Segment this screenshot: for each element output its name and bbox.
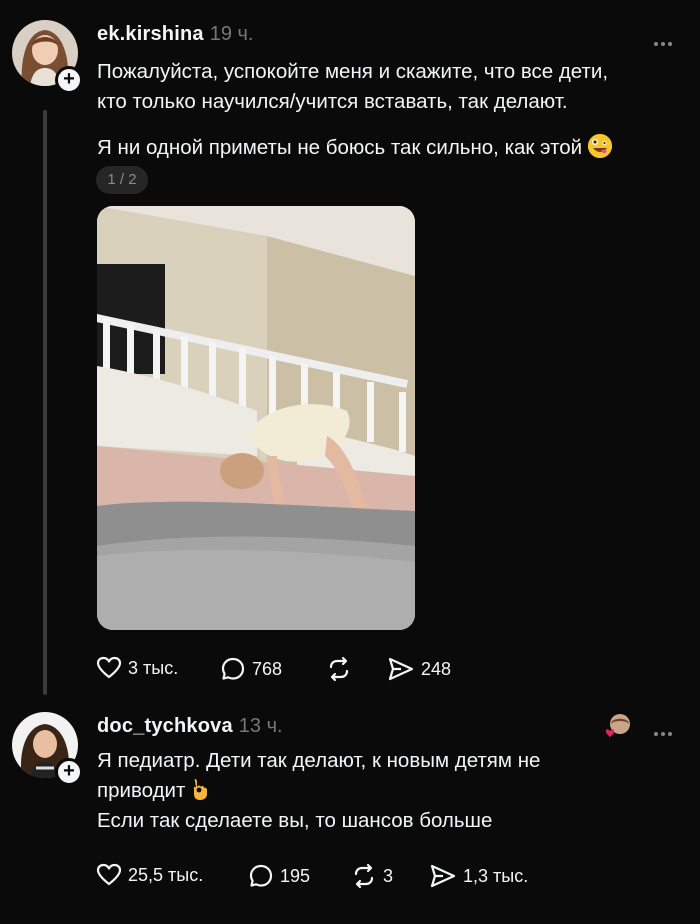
comment-button[interactable]: 768 bbox=[220, 656, 282, 682]
post-text-line: Я педиатр. Дети так делают, к новым детя… bbox=[97, 749, 541, 772]
comment-bubble-icon bbox=[249, 864, 273, 887]
post-text-line: Пожалуйста, успокойте меня и скажите, чт… bbox=[97, 60, 609, 83]
comment-count: 768 bbox=[252, 658, 283, 679]
comment-count: 195 bbox=[280, 865, 311, 886]
like-count: 3 тыс. bbox=[128, 657, 179, 678]
comment-bubble-icon bbox=[221, 657, 245, 680]
repost-button[interactable] bbox=[326, 656, 352, 682]
post-text-line: Если так сделаете вы, то шансов больше bbox=[97, 809, 493, 832]
follow-plus-button[interactable]: + bbox=[55, 758, 83, 786]
like-count: 25,5 тыс. bbox=[128, 864, 204, 885]
comment-button[interactable]: 195 bbox=[248, 863, 310, 889]
post-photo[interactable] bbox=[97, 206, 415, 630]
liked-by-author-avatar bbox=[605, 713, 631, 739]
like-button[interactable]: 25,5 тыс. bbox=[96, 863, 203, 887]
repost-button[interactable]: 3 bbox=[351, 863, 393, 889]
ok-hand-emoji bbox=[191, 777, 209, 801]
zany-face-emoji bbox=[587, 134, 612, 158]
image-pager-indicator: 1 / 2 bbox=[96, 166, 148, 194]
post-text: Я педиатр. Дети так делают, к новым детя… bbox=[97, 746, 677, 836]
post-text-line: Я ни одной приметы не боюсь так сильно, … bbox=[97, 136, 583, 159]
username[interactable]: ek.kirshina bbox=[97, 23, 204, 45]
post-text-line-wrap: приводит bbox=[97, 776, 677, 806]
post-text: Пожалуйста, успокойте меня и скажите, чт… bbox=[97, 57, 677, 117]
follow-plus-button[interactable]: + bbox=[55, 66, 83, 94]
post-text-line: кто только научился/учится вставать, так… bbox=[97, 90, 568, 113]
heart-icon bbox=[96, 656, 122, 679]
post-header: ek.kirshina 19 ч. bbox=[97, 23, 253, 46]
send-icon bbox=[388, 657, 414, 681]
thread-connector-line bbox=[43, 110, 47, 695]
like-button[interactable]: 3 тыс. bbox=[96, 656, 178, 680]
more-options-icon[interactable] bbox=[654, 723, 678, 736]
send-icon bbox=[430, 864, 456, 888]
heart-icon bbox=[96, 863, 122, 886]
share-count: 248 bbox=[421, 658, 452, 679]
timestamp: 13 ч. bbox=[238, 715, 283, 737]
share-count: 1,3 тыс. bbox=[463, 865, 529, 886]
more-options-icon[interactable] bbox=[654, 33, 678, 46]
post-text-line: приводит bbox=[97, 779, 186, 802]
share-button[interactable]: 1,3 тыс. bbox=[429, 863, 528, 889]
repost-count: 3 bbox=[383, 865, 394, 886]
timestamp: 19 ч. bbox=[209, 23, 254, 45]
username[interactable]: doc_tychkova bbox=[97, 715, 233, 737]
post-text: Я ни одной приметы не боюсь так сильно, … bbox=[97, 133, 687, 163]
post-header: doc_tychkova 13 ч. bbox=[97, 715, 283, 738]
repost-icon bbox=[354, 863, 374, 889]
share-button[interactable]: 248 bbox=[387, 656, 451, 682]
repost-icon bbox=[329, 656, 349, 682]
